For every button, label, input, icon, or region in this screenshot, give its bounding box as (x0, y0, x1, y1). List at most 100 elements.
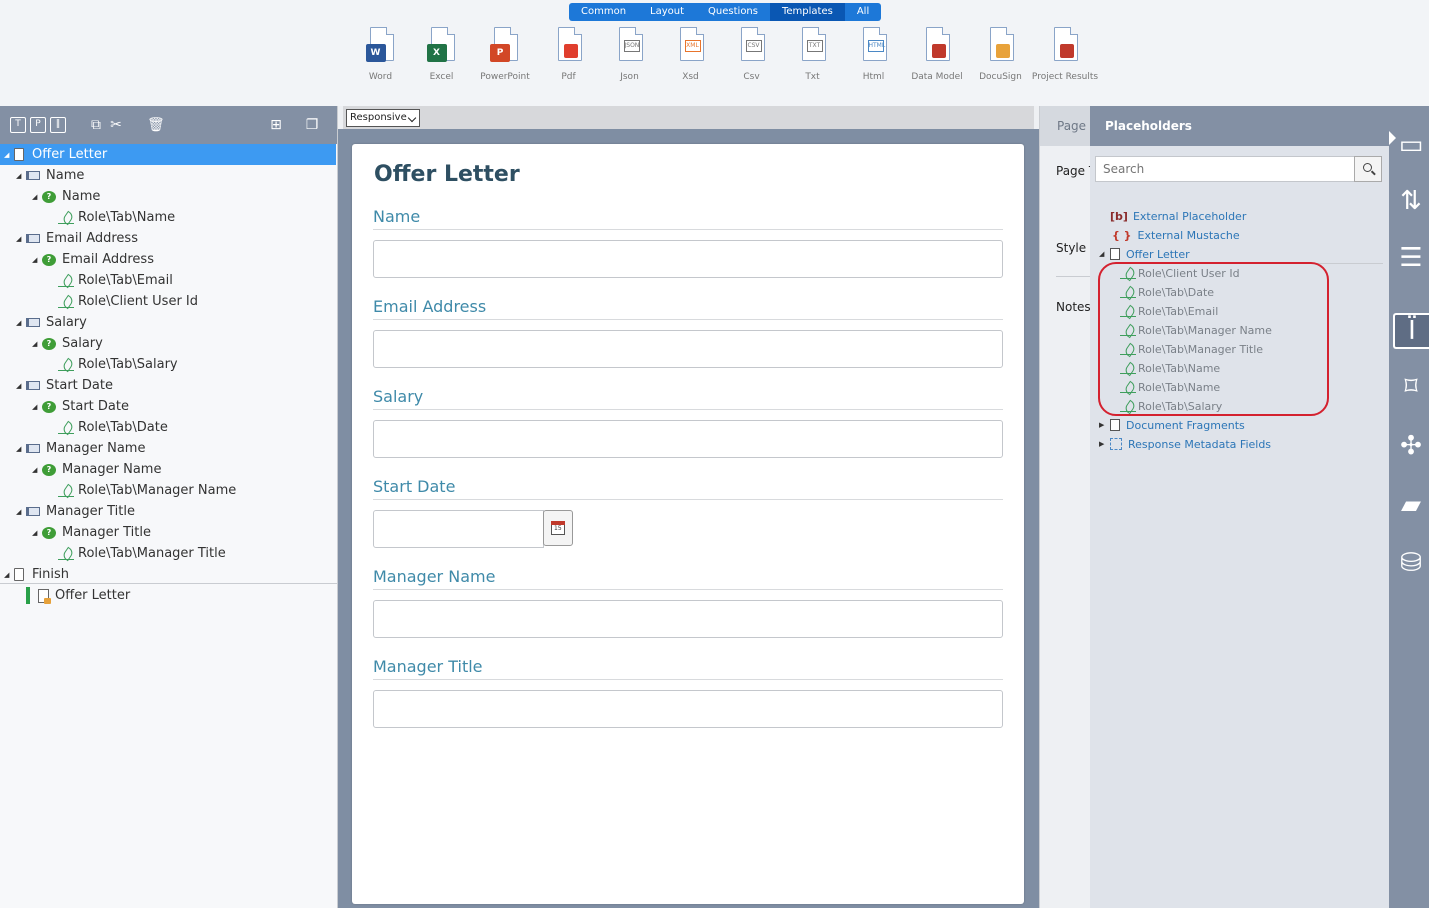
expand-triangle-icon[interactable]: ◢ (32, 340, 40, 348)
tree-node-label: Role\Tab\Manager Title (78, 546, 226, 561)
tree-node-section[interactable]: ◢ Manager Name (16, 438, 145, 459)
tree-node-placeholder[interactable]: Role\Tab\Date (58, 417, 168, 438)
ribbon-item-txt[interactable]: TXT Txt (782, 26, 843, 90)
expand-triangle-icon[interactable]: ◢ (4, 151, 12, 159)
ribbon-item-label: Csv (743, 72, 760, 82)
ribbon-item-project-results[interactable]: Project Results (1031, 26, 1099, 90)
expand-triangle-icon[interactable]: ◢ (32, 193, 40, 201)
placeholder-search-input[interactable] (1095, 156, 1355, 182)
database-edit-icon[interactable]: ⛁ (1396, 548, 1426, 578)
ribbon-tab-templates[interactable]: Templates (769, 3, 845, 21)
expand-triangle-icon[interactable]: ▶ (1099, 440, 1107, 448)
tree-node-label: Name (46, 168, 85, 183)
expand-triangle-icon[interactable]: ◢ (32, 529, 40, 537)
ribbon-item-powerpoint[interactable]: P PowerPoint (472, 26, 538, 90)
tree-node-label: Start Date (62, 399, 129, 414)
text-field[interactable] (373, 330, 1003, 368)
tree-node-placeholder[interactable]: Role\Tab\Email (58, 270, 173, 291)
ribbon-item-excel[interactable]: X Excel (411, 26, 472, 90)
tree-node-question[interactable]: ◢? Salary (32, 333, 103, 354)
expand-triangle-icon[interactable]: ◢ (16, 508, 24, 516)
expand-triangle-icon[interactable]: ◢ (32, 256, 40, 264)
tree-node-question[interactable]: ◢? Manager Name (32, 459, 161, 480)
expand-triangle-icon[interactable]: ◢ (4, 571, 12, 579)
bookmark-icon[interactable]: ⌑ (1396, 372, 1426, 402)
tree-node-section[interactable]: ◢ Start Date (16, 375, 113, 396)
expand-triangle-icon[interactable]: ◢ (32, 466, 40, 474)
text-field[interactable] (373, 240, 1003, 278)
list-icon[interactable]: ☰ (1396, 243, 1426, 273)
expand-triangle-icon[interactable]: ◢ (16, 319, 24, 327)
text-field[interactable] (373, 600, 1003, 638)
copy-icon[interactable]: ⧉ (88, 117, 104, 133)
text-block-icon[interactable]: T (10, 117, 26, 133)
tree-node-question[interactable]: ◢? Name (32, 186, 100, 207)
expand-triangle-icon[interactable]: ◢ (16, 445, 24, 453)
date-field[interactable] (373, 510, 544, 548)
expand-triangle-icon[interactable]: ◢ (32, 403, 40, 411)
ribbon-item-label: Pdf (561, 72, 576, 82)
columns-icon[interactable]: ‖ (50, 117, 66, 133)
tree-node-label: Email Address (62, 252, 154, 267)
add-page-icon[interactable]: ⊞ (268, 117, 284, 133)
ribbon-item-csv[interactable]: CSV Csv (721, 26, 782, 90)
ribbon-tab-questions[interactable]: Questions (696, 3, 770, 21)
placeholder-row-meta[interactable]: ▶ Response Metadata Fields (1099, 435, 1271, 453)
ribbon-item-pdf[interactable]: Pdf (538, 26, 599, 90)
question-icon: ? (42, 400, 56, 413)
placeholder-row-doc[interactable]: ▶ Document Fragments (1099, 416, 1245, 434)
collapse-triangle-icon[interactable]: ◢ (1099, 250, 1107, 258)
tree-node-placeholder[interactable]: Role\Tab\Name (58, 207, 175, 228)
tree-node-section[interactable]: ◢ Email Address (16, 228, 138, 249)
placeholder-row-mustache[interactable]: { } External Mustache (1112, 226, 1240, 244)
split-merge-icon[interactable]: ⇅ (1396, 186, 1426, 216)
tree-node-placeholder[interactable]: Role\Tab\Manager Title (58, 543, 226, 564)
date-picker-button[interactable] (543, 510, 573, 546)
ribbon-item-html[interactable]: HTML Html (843, 26, 904, 90)
expand-triangle-icon[interactable]: ◢ (16, 235, 24, 243)
text-field[interactable] (373, 690, 1003, 728)
ribbon-item-data-model[interactable]: Data Model (904, 26, 970, 90)
tree-node-question[interactable]: ◢? Email Address (32, 249, 154, 270)
tree-node-section[interactable]: ◢ Salary (16, 312, 87, 333)
placeholder-row-external[interactable]: [b] External Placeholder (1110, 207, 1246, 225)
tree-node-section[interactable]: ◢ Manager Title (16, 501, 135, 522)
page-icon (14, 148, 24, 161)
expand-icon[interactable]: ✣ (1396, 431, 1426, 461)
tree-node-page[interactable]: ◢ Offer Letter (0, 144, 336, 165)
ribbon-tab-all[interactable]: All (845, 3, 881, 21)
text-field[interactable] (373, 420, 1003, 458)
tree-node-question[interactable]: ◢? Manager Title (32, 522, 151, 543)
ribbon-item-xsd[interactable]: XML Xsd (660, 26, 721, 90)
placeholder-code-icon[interactable]: Ϊ (1393, 313, 1429, 349)
ribbon-item-word[interactable]: W Word (350, 26, 411, 90)
tree-node-placeholder[interactable]: Role\Tab\Salary (58, 354, 178, 375)
expand-triangle-icon[interactable]: ◢ (16, 172, 24, 180)
cut-icon[interactable]: ✂ (108, 117, 124, 133)
search-button[interactable] (1354, 156, 1382, 182)
delete-icon[interactable]: 🗑 (147, 117, 165, 133)
tree-node-question[interactable]: ◢? Start Date (32, 396, 129, 417)
ribbon-tab-common[interactable]: Common (569, 3, 638, 21)
view-mode-select[interactable]: Responsive (346, 109, 420, 127)
csv-icon: CSV (737, 26, 767, 66)
expand-triangle-icon[interactable]: ▶ (1099, 421, 1107, 429)
ribbon-item-json[interactable]: JSON Json (599, 26, 660, 90)
folder-icon[interactable]: ▰ (1396, 490, 1426, 520)
placeholder-row-doc[interactable]: ◢ Offer Letter (1099, 245, 1190, 263)
properties-tab[interactable]: Page P (1040, 106, 1090, 146)
tree-node-placeholder[interactable]: Role\Tab\Manager Name (58, 480, 236, 501)
tree-node-finish[interactable]: ◢ Finish (4, 564, 69, 585)
tree-node-output[interactable]: Offer Letter (26, 585, 130, 606)
tree-node-label: Role\Tab\Salary (78, 357, 178, 372)
duplicate-icon[interactable]: ❐ (304, 117, 320, 133)
placeholder-icon (58, 485, 74, 497)
tree-node-section[interactable]: ◢ Name (16, 165, 84, 186)
page-icon[interactable]: P (30, 117, 46, 133)
tree-node-placeholder[interactable]: Role\Client User Id (58, 291, 198, 312)
ribbon-tab-layout[interactable]: Layout (638, 3, 696, 21)
expand-triangle-icon[interactable]: ◢ (16, 382, 24, 390)
input-field-icon[interactable]: ▭ (1396, 130, 1426, 160)
ribbon-item-docusign[interactable]: DocuSign (970, 26, 1031, 90)
tree-node-label: Salary (46, 315, 87, 330)
